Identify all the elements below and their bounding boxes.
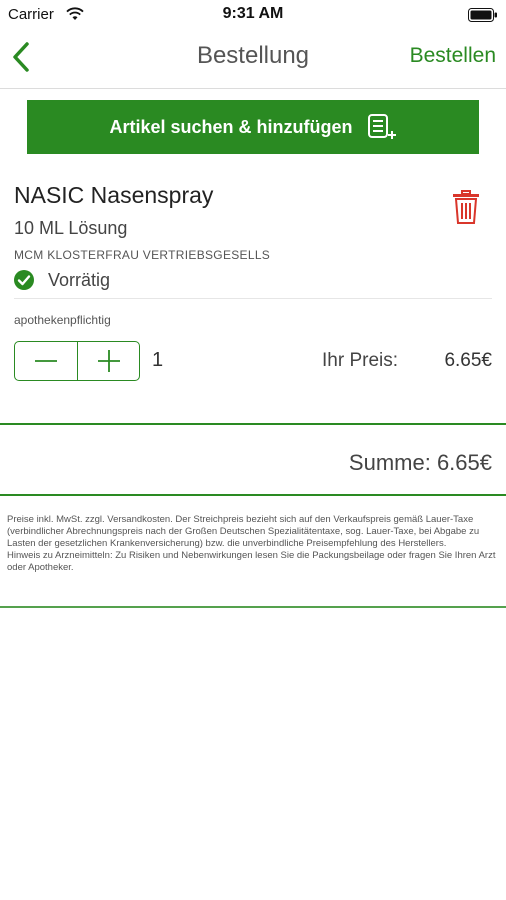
product-divider bbox=[14, 298, 492, 299]
plus-icon bbox=[97, 350, 120, 372]
product-form: 10 ML Lösung bbox=[14, 218, 128, 238]
stock-status: Vorrätig bbox=[48, 270, 111, 290]
product-name: NASIC Nasenspray bbox=[14, 182, 214, 208]
navigation-bar: Bestellung Bestellen bbox=[0, 30, 506, 86]
order-button[interactable]: Bestellen bbox=[410, 44, 496, 68]
status-time: 9:31 AM bbox=[222, 5, 284, 22]
quantity-stepper bbox=[14, 341, 140, 381]
list-add-icon bbox=[367, 114, 396, 139]
decrease-quantity-button[interactable] bbox=[15, 342, 77, 380]
price-value: 6.65€ bbox=[444, 350, 492, 371]
product-manufacturer: MCM KLOSTERFRAU VERTRIEBSGESELLS bbox=[14, 248, 271, 262]
search-add-article-button[interactable]: Artikel suchen & hinzufügen bbox=[27, 100, 479, 154]
price-label: Ihr Preis: bbox=[322, 350, 399, 371]
trash-icon[interactable] bbox=[452, 190, 480, 224]
status-bar: Carrier 9:31 AM bbox=[0, 0, 506, 30]
nav-divider bbox=[0, 88, 506, 89]
search-add-article-label: Artikel suchen & hinzufügen bbox=[109, 116, 353, 137]
minus-icon bbox=[35, 360, 57, 362]
price-disclaimer-text: Preise inkl. MwSt. zzgl. Versandkosten. … bbox=[7, 514, 480, 549]
checkmark-circle-icon bbox=[14, 270, 34, 290]
summary-divider-bottom bbox=[0, 494, 506, 496]
medication-note-text: Hinweis zu Arzneimitteln: Zu Risiken und… bbox=[7, 550, 496, 573]
summary-divider-top bbox=[0, 423, 506, 425]
increase-quantity-button[interactable] bbox=[77, 342, 139, 380]
price-disclaimer: Preise inkl. MwSt. zzgl. Versandkosten. … bbox=[7, 514, 497, 574]
disclaimer-divider bbox=[0, 606, 506, 608]
order-total: Summe: 6.65€ bbox=[348, 450, 492, 475]
back-chevron-icon[interactable] bbox=[6, 38, 40, 76]
pharmacy-requirement-label: apothekenpflichtig bbox=[14, 313, 111, 327]
quantity-value: 1 bbox=[152, 349, 164, 371]
battery-icon bbox=[468, 8, 497, 22]
